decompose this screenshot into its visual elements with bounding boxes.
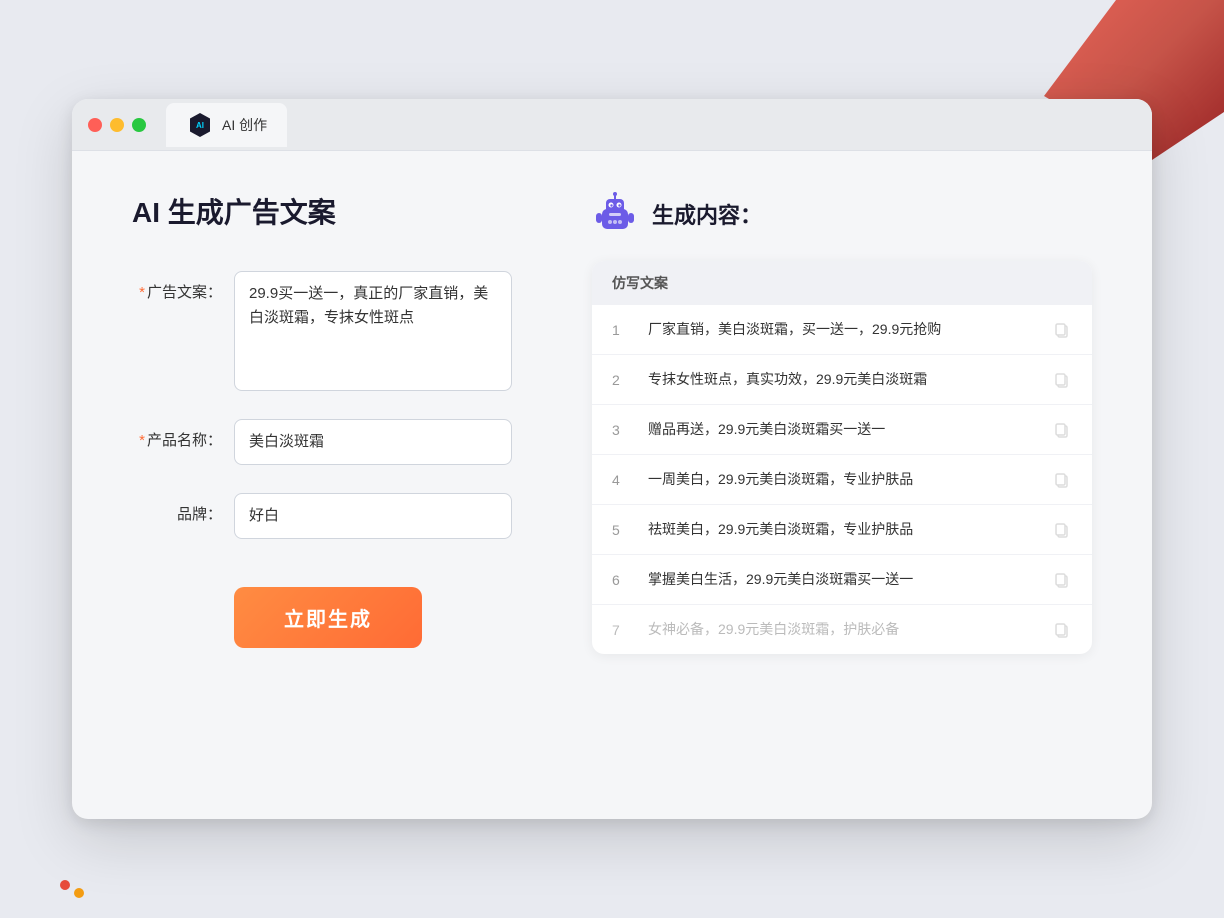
tab-label: AI 创作 — [222, 115, 267, 135]
page-title: AI 生成广告文案 — [132, 191, 512, 231]
bg-decoration-bottom-left — [60, 880, 84, 898]
copy-icon[interactable] — [1052, 620, 1072, 640]
table-row: 2 专抹女性斑点，真实功效，29.9元美白淡斑霜 — [592, 355, 1092, 405]
row-text: 厂家直销，美白淡斑霜，买一送一，29.9元抢购 — [648, 319, 1036, 340]
table-row: 1 厂家直销，美白淡斑霜，买一送一，29.9元抢购 — [592, 305, 1092, 355]
title-bar: AI AI 创作 — [72, 99, 1152, 151]
result-table: 仿写文案 1 厂家直销，美白淡斑霜，买一送一，29.9元抢购 2 专抹女性斑点，真实… — [592, 261, 1092, 654]
svg-text:AI: AI — [196, 121, 204, 130]
product-name-group: *产品名称： — [132, 419, 512, 465]
copy-icon[interactable] — [1052, 320, 1072, 340]
ad-copy-label: *广告文案： — [132, 271, 222, 302]
minimize-button[interactable] — [110, 118, 124, 132]
table-row: 4 一周美白，29.9元美白淡斑霜，专业护肤品 — [592, 455, 1092, 505]
copy-icon[interactable] — [1052, 470, 1072, 490]
ad-copy-required: * — [139, 284, 145, 301]
table-header: 仿写文案 — [592, 261, 1092, 305]
maximize-button[interactable] — [132, 118, 146, 132]
brand-group: 品牌： — [132, 493, 512, 539]
copy-icon[interactable] — [1052, 520, 1072, 540]
row-number: 1 — [612, 322, 632, 338]
row-number: 5 — [612, 522, 632, 538]
copy-icon[interactable] — [1052, 570, 1072, 590]
window-controls — [88, 118, 146, 132]
result-rows-container: 1 厂家直销，美白淡斑霜，买一送一，29.9元抢购 2 专抹女性斑点，真实功效，29… — [592, 305, 1092, 654]
table-row: 5 祛斑美白，29.9元美白淡斑霜，专业护肤品 — [592, 505, 1092, 555]
result-title: 生成内容： — [652, 198, 762, 230]
main-content: AI 生成广告文案 *广告文案： 29.9买一送一，真正的厂家直销，美白淡斑霜，… — [72, 151, 1152, 811]
product-name-required: * — [139, 432, 145, 449]
row-text: 祛斑美白，29.9元美白淡斑霜，专业护肤品 — [648, 519, 1036, 540]
table-row: 7 女神必备，29.9元美白淡斑霜，护肤必备 — [592, 605, 1092, 654]
brand-input[interactable] — [234, 493, 512, 539]
close-button[interactable] — [88, 118, 102, 132]
brand-label: 品牌： — [132, 493, 222, 524]
ai-creation-tab[interactable]: AI AI 创作 — [166, 103, 287, 147]
row-number: 2 — [612, 372, 632, 388]
copy-icon[interactable] — [1052, 420, 1072, 440]
row-text: 掌握美白生活，29.9元美白淡斑霜买一送一 — [648, 569, 1036, 590]
result-header: 生成内容： — [592, 191, 1092, 237]
row-text: 赠品再送，29.9元美白淡斑霜买一送一 — [648, 419, 1036, 440]
row-number: 3 — [612, 422, 632, 438]
table-row: 6 掌握美白生活，29.9元美白淡斑霜买一送一 — [592, 555, 1092, 605]
product-name-label: *产品名称： — [132, 419, 222, 450]
row-number: 6 — [612, 572, 632, 588]
tab-area: AI AI 创作 — [166, 103, 287, 147]
product-name-input[interactable] — [234, 419, 512, 465]
left-panel: AI 生成广告文案 *广告文案： 29.9买一送一，真正的厂家直销，美白淡斑霜，… — [132, 191, 512, 771]
browser-window: AI AI 创作 AI 生成广告文案 *广告文案： 29.9买一送一，真正的厂家… — [72, 99, 1152, 819]
ad-copy-input[interactable]: 29.9买一送一，真正的厂家直销，美白淡斑霜，专抹女性斑点 — [234, 271, 512, 391]
row-text: 专抹女性斑点，真实功效，29.9元美白淡斑霜 — [648, 369, 1036, 390]
right-panel: 生成内容： 仿写文案 1 厂家直销，美白淡斑霜，买一送一，29.9元抢购 2 专抹女… — [592, 191, 1092, 771]
row-text: 女神必备，29.9元美白淡斑霜，护肤必备 — [648, 619, 1036, 640]
copy-icon[interactable] — [1052, 370, 1072, 390]
row-number: 4 — [612, 472, 632, 488]
robot-icon — [592, 191, 638, 237]
ad-copy-group: *广告文案： 29.9买一送一，真正的厂家直销，美白淡斑霜，专抹女性斑点 — [132, 271, 512, 391]
generate-button[interactable]: 立即生成 — [234, 587, 422, 648]
row-number: 7 — [612, 622, 632, 638]
row-text: 一周美白，29.9元美白淡斑霜，专业护肤品 — [648, 469, 1036, 490]
ai-hex-icon: AI — [186, 111, 214, 139]
table-row: 3 赠品再送，29.9元美白淡斑霜买一送一 — [592, 405, 1092, 455]
